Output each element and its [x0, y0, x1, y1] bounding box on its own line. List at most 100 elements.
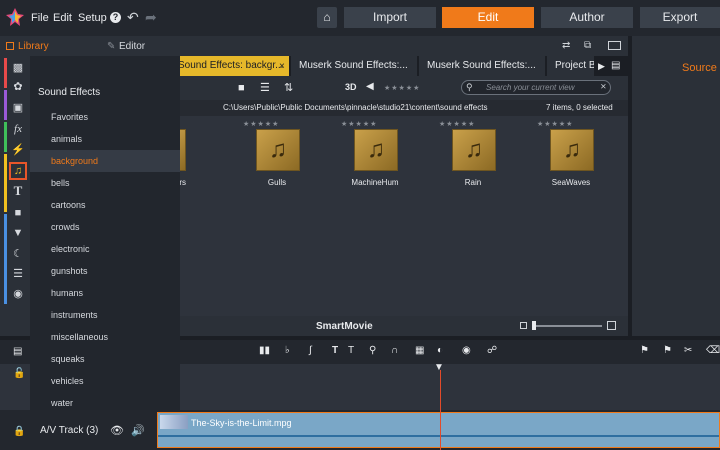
song-icon[interactable]: ∫: [309, 345, 312, 356]
eye-icon[interactable]: 👁: [110, 424, 124, 437]
category-instruments[interactable]: instruments: [30, 304, 180, 326]
lock-icon[interactable]: 🔓: [13, 368, 25, 379]
editor-icon: ✎: [107, 41, 116, 52]
blend-icon[interactable]: ◐: [437, 345, 443, 356]
category-bells[interactable]: bells: [30, 172, 180, 194]
motion-title-icon[interactable]: T: [348, 345, 354, 356]
playhead-marker-icon[interactable]: ▼: [434, 362, 444, 373]
export-button[interactable]: Export: [640, 7, 720, 28]
timeline-clip[interactable]: The-Sky-is-the-Limit.mpg: [157, 412, 720, 448]
list-view-icon[interactable]: ☰: [260, 81, 270, 94]
zoom-slider-handle[interactable]: [532, 321, 536, 330]
link-icon[interactable]: ☍: [487, 345, 497, 356]
home-button[interactable]: ⌂: [317, 7, 337, 28]
undo-icon[interactable]: ↶: [127, 9, 139, 26]
smartmovie-button[interactable]: SmartMovie: [316, 321, 373, 332]
rating[interactable]: ★★★★★: [243, 120, 279, 128]
sound-tile[interactable]: ♫: [452, 129, 496, 171]
edit-button[interactable]: Edit: [442, 7, 534, 28]
menu-file[interactable]: File: [31, 12, 49, 24]
audio-icon[interactable]: ☰: [11, 267, 25, 281]
clear-search-icon[interactable]: ⨯: [600, 82, 607, 91]
category-cartoons[interactable]: cartoons: [30, 194, 180, 216]
razor-icon[interactable]: ✂: [684, 345, 692, 356]
marker-icon[interactable]: ⚑: [640, 345, 649, 356]
category-vehicles[interactable]: vehicles: [30, 370, 180, 392]
track-lock-icon[interactable]: 🔒: [13, 426, 25, 437]
tab-menu-icon[interactable]: ▤: [611, 60, 620, 71]
sound-tile[interactable]: ♫: [354, 129, 398, 171]
titles-icon[interactable]: T: [11, 184, 25, 198]
category-favorites[interactable]: Favorites: [30, 106, 180, 128]
editor-tab[interactable]: Editor: [119, 41, 145, 52]
tabs-scroll-right-icon[interactable]: ▶: [598, 61, 605, 72]
sort-icon[interactable]: ⇅: [284, 81, 293, 94]
title-icon[interactable]: T: [332, 345, 338, 356]
music-icon[interactable]: ☾: [11, 247, 25, 261]
track-settings-icon[interactable]: ▤: [13, 346, 22, 357]
menu-edit[interactable]: Edit: [53, 12, 72, 24]
speaker-icon[interactable]: 🔊: [131, 424, 145, 437]
category-squeaks[interactable]: squeaks: [30, 348, 180, 370]
menu-setup[interactable]: Setup: [78, 12, 107, 24]
layout-icon[interactable]: [608, 41, 621, 50]
tab-muserk-2[interactable]: Muserk Sound Effects:...: [419, 56, 546, 76]
tab-project-bin[interactable]: Project B: [547, 56, 595, 76]
overlays-icon[interactable]: ■: [11, 206, 25, 220]
trim-icon[interactable]: ∩: [391, 345, 398, 356]
help-icon[interactable]: ?: [110, 12, 121, 23]
delete-icon[interactable]: ⌫: [706, 345, 720, 356]
category-water[interactable]: water: [30, 392, 180, 414]
marker2-icon[interactable]: ⚑: [663, 345, 672, 356]
rating[interactable]: ★★★★★: [537, 120, 573, 128]
projects-icon[interactable]: ▩: [11, 61, 25, 75]
voiceover-icon[interactable]: ⚲: [369, 345, 376, 356]
tab-sound-effects-background[interactable]: Sound Effects: backgr...: [170, 56, 290, 76]
category-humans[interactable]: humans: [30, 282, 180, 304]
category-background[interactable]: background: [30, 150, 180, 172]
mask-icon[interactable]: ◉: [462, 345, 471, 356]
sound-tile[interactable]: ♫: [256, 129, 300, 171]
zoom-slider[interactable]: [532, 325, 602, 327]
tab-muserk-1[interactable]: Muserk Sound Effects:...: [291, 56, 418, 76]
scorefitter-icon[interactable]: ♭: [285, 345, 290, 356]
zoom-large-icon[interactable]: [607, 321, 616, 330]
sound-tile[interactable]: ♫: [550, 129, 594, 171]
item-label: Rain: [464, 178, 482, 187]
montage-icon[interactable]: ▣: [11, 101, 25, 115]
popout-icon[interactable]: ⧉: [584, 40, 591, 51]
disc-menus-icon[interactable]: ▼: [11, 226, 25, 240]
item-label: Gulls: [267, 178, 287, 187]
grid-icon[interactable]: ▦: [415, 345, 424, 356]
search-box[interactable]: ⚲ Search your current view ⨯: [461, 80, 611, 95]
category-animals[interactable]: animals: [30, 128, 180, 150]
zoom-small-icon[interactable]: [520, 322, 527, 329]
import-button[interactable]: Import: [344, 7, 436, 28]
fx-icon[interactable]: fx: [11, 122, 25, 136]
audio-mixer-icon[interactable]: ▮▮: [259, 345, 270, 356]
swap-icon[interactable]: ⇄: [562, 40, 570, 51]
category-gunshots[interactable]: gunshots: [30, 260, 180, 282]
playhead[interactable]: [440, 370, 441, 450]
author-button[interactable]: Author: [541, 7, 633, 28]
category-electronic[interactable]: electronic: [30, 238, 180, 260]
folder-icon[interactable]: ■: [238, 82, 245, 94]
redo-icon[interactable]: ➦: [145, 9, 157, 26]
tag-icon[interactable]: ◀: [366, 81, 374, 92]
rating[interactable]: ★★★★★: [341, 120, 377, 128]
clip-name: The-Sky-is-the-Limit.mpg: [191, 418, 292, 428]
path-row: C:\Users\Public\Public Documents\pinnacl…: [180, 100, 628, 116]
media-icon[interactable]: ✿: [11, 80, 25, 94]
rating-filter[interactable]: ★★★★★: [384, 84, 420, 92]
close-tab-icon[interactable]: ×: [279, 61, 285, 72]
search-input[interactable]: Search your current view: [486, 83, 574, 92]
rating[interactable]: ★★★★★: [439, 120, 475, 128]
category-crowds[interactable]: crowds: [30, 216, 180, 238]
source-label[interactable]: Source: [682, 62, 717, 74]
library-tab[interactable]: Library: [18, 41, 49, 52]
transitions-icon[interactable]: ⚡: [11, 143, 25, 157]
disc-icon[interactable]: ◉: [11, 287, 25, 301]
view-3d-button[interactable]: 3D: [345, 82, 357, 92]
sound-effects-icon[interactable]: ♫: [9, 162, 27, 180]
category-miscellaneous[interactable]: miscellaneous: [30, 326, 180, 348]
